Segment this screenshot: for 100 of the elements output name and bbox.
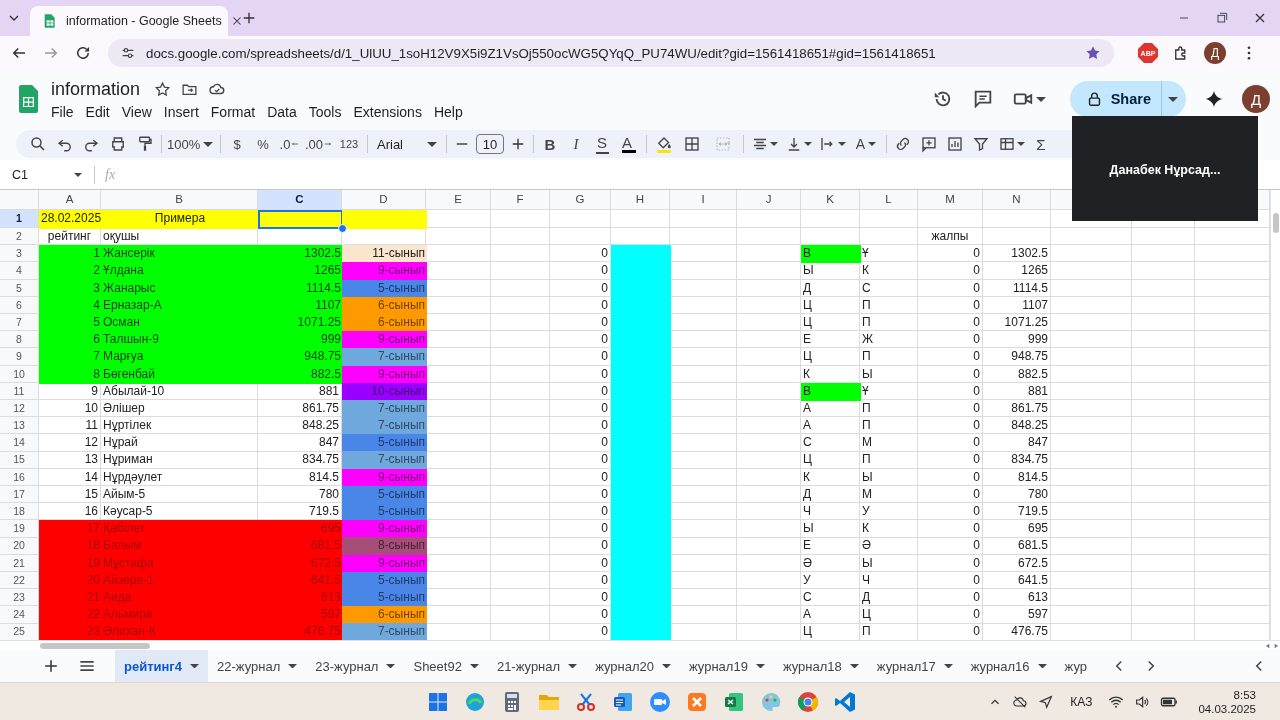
grid-cell[interactable]: 6-сынып [342, 606, 427, 625]
merge-cells-icon[interactable] [714, 135, 732, 153]
grid-cell[interactable]: 0 [918, 434, 982, 451]
spreadsheet-logo[interactable] [17, 84, 40, 114]
sheet-tab[interactable]: журнал18 [773, 650, 868, 682]
grid-cell[interactable]: 848.25 [983, 417, 1050, 434]
grid-cell[interactable]: 719.5 [983, 503, 1050, 520]
caret-icon[interactable] [1016, 142, 1025, 146]
grid-cell[interactable]: 1265 [258, 262, 343, 281]
grid-cell[interactable]: 0 [550, 485, 610, 502]
column-header[interactable]: H [611, 190, 669, 209]
grid-cell[interactable]: Д [860, 588, 917, 606]
grid-cell[interactable]: 0 [918, 520, 982, 537]
grid-cell[interactable]: 834.75 [983, 451, 1050, 468]
grid-cell[interactable]: Ц [801, 313, 859, 331]
grid-cell[interactable]: 6 [39, 331, 102, 350]
grid-cell[interactable]: 7 [39, 348, 102, 367]
grid-cell[interactable]: 881 [258, 382, 341, 399]
row-header[interactable]: 3 [0, 245, 38, 262]
grid-cell[interactable]: 999 [983, 331, 1050, 348]
star-icon[interactable] [154, 80, 172, 98]
grid-cell[interactable] [611, 623, 671, 640]
grid-cell[interactable]: К [801, 365, 859, 382]
link-icon[interactable] [894, 135, 912, 153]
column-header[interactable]: L [860, 190, 917, 209]
grid-cell[interactable]: Нұрдәулет [101, 468, 257, 485]
grid-cell[interactable]: 0 [918, 554, 982, 571]
grid-cell[interactable]: 0 [550, 451, 610, 468]
filter-icon[interactable] [972, 135, 990, 153]
grid-cell[interactable]: Д [801, 485, 859, 502]
grid-cell[interactable]: Ұ [860, 245, 917, 262]
grid-cell[interactable]: Ц [801, 623, 859, 640]
grid-cell[interactable]: 681.5 [983, 537, 1050, 554]
row-header[interactable]: 12 [0, 399, 38, 417]
grid-cell[interactable]: Ұлдана [101, 262, 259, 281]
document-title[interactable]: information [51, 78, 145, 100]
column-header[interactable]: A [39, 190, 100, 209]
text-rotation-button[interactable]: A [849, 132, 883, 156]
grid-cell[interactable]: С [801, 434, 859, 451]
grid-cell[interactable]: 0 [550, 434, 610, 451]
grid-cell[interactable]: 641.5 [983, 571, 1050, 588]
sheet-tab[interactable]: жур [1055, 650, 1096, 682]
caret-icon[interactable] [803, 142, 812, 146]
grid-cell[interactable]: 814.5 [258, 468, 341, 485]
grid-cell[interactable]: 0 [918, 365, 982, 382]
scroll-right-icon[interactable] [1272, 641, 1280, 650]
column-header[interactable]: E [426, 190, 490, 209]
grid-cell[interactable]: П [860, 348, 917, 365]
zoom-dropdown[interactable]: 100% [165, 132, 217, 156]
strikethrough-button[interactable]: S [589, 132, 615, 156]
grid-cell[interactable]: 7-сынып [342, 623, 427, 640]
menu-item[interactable]: Edit [79, 103, 116, 121]
grid-cell[interactable]: жалпы [918, 228, 982, 245]
grid-cell[interactable]: Ә [801, 554, 859, 571]
grid-cell[interactable]: 0 [550, 468, 610, 485]
decrease-decimals-button[interactable]: .0 [276, 132, 304, 156]
row-header[interactable]: 10 [0, 365, 38, 382]
grid-cell[interactable]: 7-сынып [342, 348, 427, 367]
grid-cell[interactable]: Ц [801, 296, 859, 313]
account-avatar[interactable]: Д [1242, 85, 1270, 113]
table-icon[interactable] [997, 135, 1016, 153]
scroll-left-icon[interactable] [1264, 641, 1272, 650]
grid-cell[interactable]: 834.75 [258, 451, 341, 468]
grid-cell[interactable]: 15 [39, 485, 100, 502]
grid-cell[interactable]: Ы [860, 365, 917, 382]
maximize-icon[interactable] [1214, 10, 1230, 26]
location-icon[interactable] [1038, 693, 1055, 710]
grid-cell[interactable]: Ы [801, 262, 859, 279]
clock-date[interactable]: 04.03.2025 [1198, 701, 1256, 716]
grid-cell[interactable]: 0 [918, 451, 982, 468]
sparkle-icon[interactable] [1204, 89, 1224, 109]
chart-icon[interactable] [946, 135, 964, 153]
row-header[interactable]: 23 [0, 588, 38, 606]
grid-cell[interactable]: 0 [550, 606, 610, 623]
grid-cell[interactable]: 719.5 [258, 503, 341, 520]
row-header[interactable]: 9 [0, 348, 38, 365]
grid-cell[interactable]: 10 [39, 399, 100, 417]
grid-cell[interactable]: оқушы [101, 228, 257, 245]
grid-cell[interactable]: 0 [918, 382, 982, 399]
grid-cell[interactable]: 847 [983, 434, 1050, 451]
grid-cell[interactable]: Ы [860, 468, 917, 485]
grid-cell[interactable]: рейтинг [39, 228, 100, 245]
grid-cell[interactable] [342, 210, 427, 229]
address-bar[interactable]: docs.google.com/spreadsheets/d/1_UlUU_1soH12V9X5i9Z1VsOj550ocWG5QYqQ_PU74WU/edit?gid=1561418651#gid=1561418651 [108, 39, 1114, 67]
menu-item[interactable]: Extensions [347, 103, 428, 121]
column-header[interactable]: K [801, 190, 859, 209]
share-options-button[interactable] [1162, 81, 1186, 117]
grid-cell[interactable]: Е [801, 537, 859, 554]
grid-cell[interactable]: 0 [550, 417, 610, 434]
column-header[interactable]: F [491, 190, 549, 209]
grid-cell[interactable]: Е [801, 331, 859, 348]
grid-cell[interactable]: Ч [860, 571, 917, 588]
grid-cell[interactable]: 0 [918, 417, 982, 434]
row-header[interactable]: 20 [0, 537, 38, 554]
italic-button[interactable]: I [563, 132, 589, 156]
grid-cell[interactable]: 0 [550, 503, 610, 520]
row-header[interactable]: 13 [0, 417, 38, 434]
row-header[interactable]: 1 [0, 210, 38, 227]
bookmark-star-icon[interactable] [1084, 44, 1102, 62]
font-dropdown[interactable]: Arial [371, 132, 443, 156]
